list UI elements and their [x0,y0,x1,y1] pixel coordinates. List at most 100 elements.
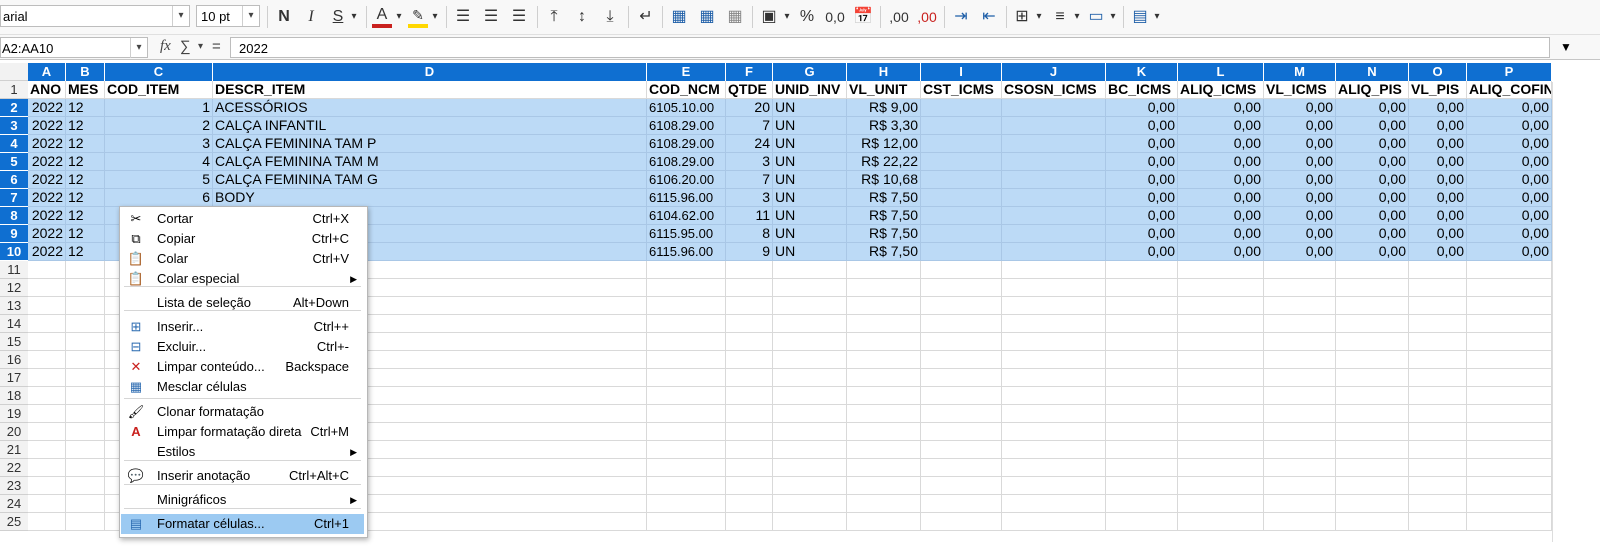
table-cell[interactable] [1264,315,1336,333]
table-cell[interactable] [647,297,726,315]
table-cell[interactable]: CALÇA FEMININA TAM G [213,171,647,189]
table-cell[interactable] [847,315,921,333]
table-cell[interactable] [1002,315,1106,333]
table-cell[interactable] [921,189,1002,207]
chevron-down-icon[interactable]: ▾ [1108,6,1118,28]
column-header-f[interactable]: F [726,63,773,81]
table-cell[interactable] [1002,261,1106,279]
table-cell[interactable] [726,459,773,477]
table-cell[interactable] [1264,351,1336,369]
table-cell[interactable]: 6108.29.00 [647,153,726,171]
table-cell[interactable] [726,423,773,441]
table-cell[interactable] [28,477,66,495]
table-cell[interactable] [1409,351,1467,369]
table-cell[interactable] [773,441,847,459]
table-cell[interactable] [1264,423,1336,441]
chevron-down-icon[interactable]: ▾ [1072,6,1082,28]
table-cell[interactable]: 0,00 [1106,153,1178,171]
header-cell[interactable]: MES [66,81,105,99]
date-format-icon[interactable]: 📅 [853,6,873,28]
table-cell[interactable]: 0,00 [1178,207,1264,225]
table-cell[interactable] [66,405,105,423]
column-header-e[interactable]: E [647,63,726,81]
table-cell[interactable] [647,495,726,513]
row-header[interactable]: 20 [0,423,28,441]
table-cell[interactable] [28,495,66,513]
table-cell[interactable] [1002,333,1106,351]
table-cell[interactable]: R$ 3,30 [847,117,921,135]
table-cell[interactable]: 0,00 [1467,189,1552,207]
table-cell[interactable]: 12 [66,99,105,117]
table-cell[interactable] [1002,387,1106,405]
table-cell[interactable]: 0,00 [1264,207,1336,225]
table-cell[interactable] [1002,189,1106,207]
row-header[interactable]: 2 [0,99,28,117]
table-cell[interactable]: UN [773,225,847,243]
table-cell[interactable] [66,459,105,477]
table-cell[interactable] [66,495,105,513]
table-cell[interactable]: 4 [105,153,213,171]
table-cell[interactable] [1178,477,1264,495]
table-cell[interactable]: 3 [726,153,773,171]
table-cell[interactable]: 11 [726,207,773,225]
align-center-icon[interactable]: ☰ [481,6,501,28]
table-cell[interactable] [1264,441,1336,459]
row-header[interactable]: 5 [0,153,28,171]
table-cell[interactable] [1336,495,1409,513]
table-cell[interactable] [1178,405,1264,423]
table-cell[interactable] [726,405,773,423]
chevron-down-icon[interactable]: ▾ [430,6,440,28]
table-cell[interactable]: 0,00 [1336,171,1409,189]
table-cell[interactable]: 0,00 [1409,207,1467,225]
table-cell[interactable] [1336,423,1409,441]
select-all-corner[interactable] [0,63,28,81]
table-cell[interactable] [1409,495,1467,513]
table-cell[interactable] [847,405,921,423]
table-cell[interactable] [1002,207,1106,225]
table-cell[interactable]: R$ 22,22 [847,153,921,171]
table-cell[interactable]: ACESSÓRIOS [213,99,647,117]
sum-icon[interactable]: ∑ [180,38,191,55]
table-cell[interactable]: 2022 [28,225,66,243]
table-cell[interactable] [921,405,1002,423]
table-cell[interactable] [1106,333,1178,351]
table-cell[interactable]: 6104.62.00 [647,207,726,225]
row-header[interactable]: 10 [0,243,28,261]
header-cell[interactable]: BC_ICMS [1106,81,1178,99]
table-cell[interactable] [28,459,66,477]
table-cell[interactable]: 3 [105,135,213,153]
table-cell[interactable]: 6115.96.00 [647,243,726,261]
table-cell[interactable]: 1 [105,99,213,117]
table-cell[interactable] [28,513,66,531]
table-cell[interactable] [773,387,847,405]
table-cell[interactable]: 2 [105,117,213,135]
table-cell[interactable] [1467,513,1552,531]
table-cell[interactable] [1409,513,1467,531]
table-cell[interactable] [1002,459,1106,477]
table-cell[interactable] [1336,441,1409,459]
row-header[interactable]: 8 [0,207,28,225]
table-cell[interactable]: 6108.29.00 [647,117,726,135]
table-cell[interactable]: 0,00 [1264,171,1336,189]
table-cell[interactable] [647,333,726,351]
table-cell[interactable] [1467,459,1552,477]
table-cell[interactable] [726,279,773,297]
chevron-down-icon[interactable]: ▾ [1034,6,1044,28]
table-cell[interactable]: R$ 12,00 [847,135,921,153]
table-cell[interactable] [1264,279,1336,297]
table-cell[interactable] [647,261,726,279]
table-cell[interactable]: 6105.10.00 [647,99,726,117]
table-cell[interactable] [921,153,1002,171]
table-cell[interactable] [1409,315,1467,333]
table-cell[interactable]: 0,00 [1178,189,1264,207]
table-cell[interactable]: 0,00 [1336,189,1409,207]
table-cell[interactable] [773,351,847,369]
column-header-j[interactable]: J [1002,63,1106,81]
table-cell[interactable] [1178,459,1264,477]
table-cell[interactable] [647,513,726,531]
table-cell[interactable]: 2022 [28,153,66,171]
table-cell[interactable] [726,333,773,351]
table-cell[interactable]: 2022 [28,189,66,207]
table-cell[interactable] [726,477,773,495]
table-cell[interactable] [66,297,105,315]
